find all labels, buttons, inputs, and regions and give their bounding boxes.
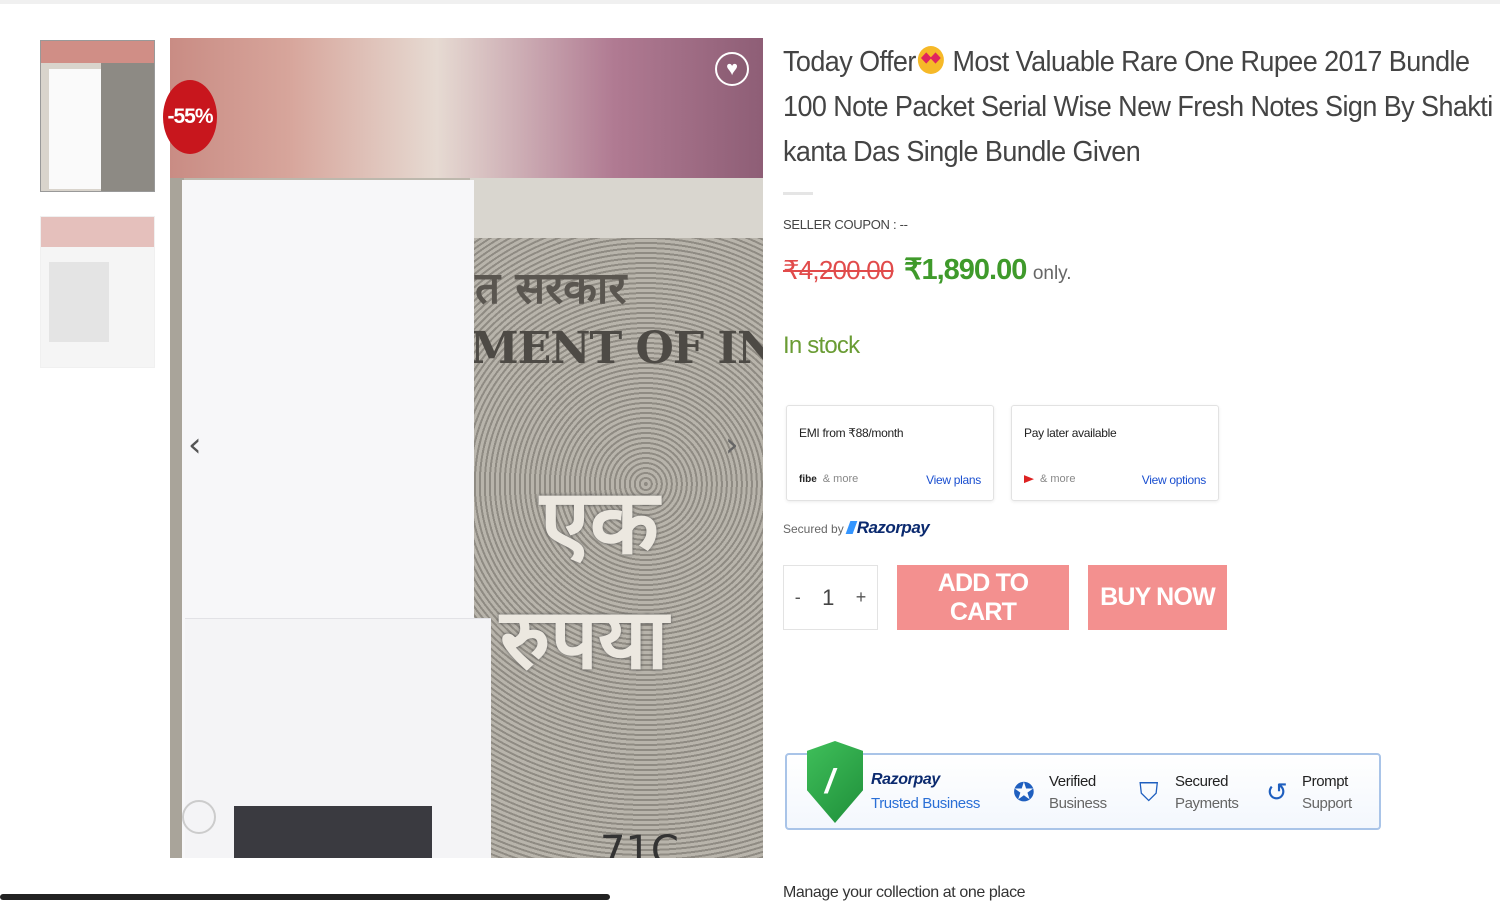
pay-later-title: Pay later available bbox=[1024, 426, 1117, 440]
thumbnail-top bbox=[41, 217, 154, 247]
banknote-top bbox=[470, 178, 763, 238]
trusted-shield-icon: / bbox=[807, 741, 863, 823]
horizontal-scrollbar[interactable] bbox=[0, 894, 610, 900]
dark-label bbox=[234, 806, 432, 858]
feature-line2: Support bbox=[1302, 795, 1352, 812]
original-price: ₹4,200.00 bbox=[783, 255, 894, 285]
pay-later-card[interactable]: Pay later available & more View options bbox=[1011, 405, 1219, 501]
secured-by-label: Secured by bbox=[783, 522, 844, 536]
star-struck-emoji-icon bbox=[917, 46, 944, 74]
verified-badge-icon: ✪ bbox=[1013, 777, 1035, 807]
thumbnail-1[interactable] bbox=[40, 40, 155, 192]
secured-by: Secured by Razorpay bbox=[783, 518, 930, 538]
title-divider bbox=[783, 192, 813, 195]
view-options-link[interactable]: View options bbox=[1142, 473, 1207, 487]
provider-logo-icon bbox=[1024, 475, 1034, 484]
stock-status: In stock bbox=[783, 332, 860, 359]
view-plans-link[interactable]: View plans bbox=[926, 473, 981, 487]
support-clock-icon: ↺ bbox=[1266, 777, 1288, 807]
thumbnail-note bbox=[49, 262, 109, 342]
zoom-icon[interactable] bbox=[182, 800, 216, 834]
title-offer: Today Offer bbox=[783, 46, 916, 78]
thumbnail-2[interactable] bbox=[40, 216, 155, 368]
banknote-india-text: MENT OF INDIA bbox=[470, 323, 763, 374]
emi-more: & more bbox=[822, 473, 859, 485]
thumbnail-top bbox=[41, 41, 154, 63]
chevron-right-icon[interactable]: › bbox=[725, 425, 739, 465]
price-block: ₹4,200.00 ₹1,890.00 only. bbox=[783, 252, 1072, 287]
shield-icon: ⛉ bbox=[1139, 777, 1159, 807]
seller-coupon: SELLER COUPON : -- bbox=[783, 217, 908, 232]
heart-icon[interactable]: ♥ bbox=[715, 52, 749, 86]
trust-brand: Razorpay bbox=[871, 771, 940, 788]
feature-line1: Verified bbox=[1049, 773, 1096, 790]
razorpay-logo: Razorpay bbox=[848, 518, 930, 537]
emi-title: EMI from ₹88/month bbox=[799, 426, 904, 440]
add-to-cart-button[interactable]: ADD TO CART bbox=[897, 565, 1069, 630]
image-background bbox=[170, 38, 763, 188]
thumbnail-paper bbox=[49, 69, 101, 189]
manage-collection-text: Manage your collection at one place bbox=[783, 884, 1026, 901]
fibe-logo: fibe bbox=[799, 474, 817, 485]
chevron-left-icon[interactable]: ‹ bbox=[188, 425, 202, 465]
razorpay-trust-banner: / Razorpay Trusted Business ✪ Verified B… bbox=[785, 741, 1381, 830]
top-border bbox=[0, 0, 1500, 4]
thumbnail-note bbox=[101, 61, 154, 191]
pay-later-more: & more bbox=[1040, 473, 1076, 485]
feature-line2: Business bbox=[1049, 795, 1107, 812]
banknote-hindi-text: त सरकार bbox=[475, 263, 627, 314]
trust-brand-sub: Trusted Business bbox=[871, 795, 980, 812]
quantity-input[interactable]: 1 bbox=[822, 585, 834, 611]
product-title: Today Offer Most Valuable Rare One Rupee… bbox=[783, 40, 1494, 175]
pay-later-providers: & more bbox=[1024, 473, 1075, 485]
discount-badge: -55% bbox=[163, 80, 217, 154]
price-suffix: only. bbox=[1032, 263, 1072, 284]
feature-line1: Secured bbox=[1175, 773, 1229, 790]
quantity-stepper: - 1 + bbox=[783, 565, 878, 630]
sale-price: ₹1,890.00 bbox=[904, 254, 1027, 286]
banknote-ek-text: एक bbox=[540, 469, 659, 575]
emi-providers: fibe & more bbox=[799, 473, 858, 485]
banknote-rupaya-text: रुपया bbox=[500, 589, 669, 688]
decrease-quantity-button[interactable]: - bbox=[795, 587, 801, 608]
feature-line2: Payments bbox=[1175, 795, 1239, 812]
increase-quantity-button[interactable]: + bbox=[856, 587, 867, 608]
product-main-image[interactable]: त सरकार MENT OF INDIA एक रुपया 71C bbox=[170, 38, 763, 858]
feature-line1: Prompt bbox=[1302, 773, 1348, 790]
banknote-serial: 71C bbox=[600, 828, 679, 858]
buy-now-button[interactable]: BUY NOW bbox=[1088, 565, 1227, 630]
emi-card[interactable]: EMI from ₹88/month fibe & more View plans bbox=[786, 405, 994, 501]
